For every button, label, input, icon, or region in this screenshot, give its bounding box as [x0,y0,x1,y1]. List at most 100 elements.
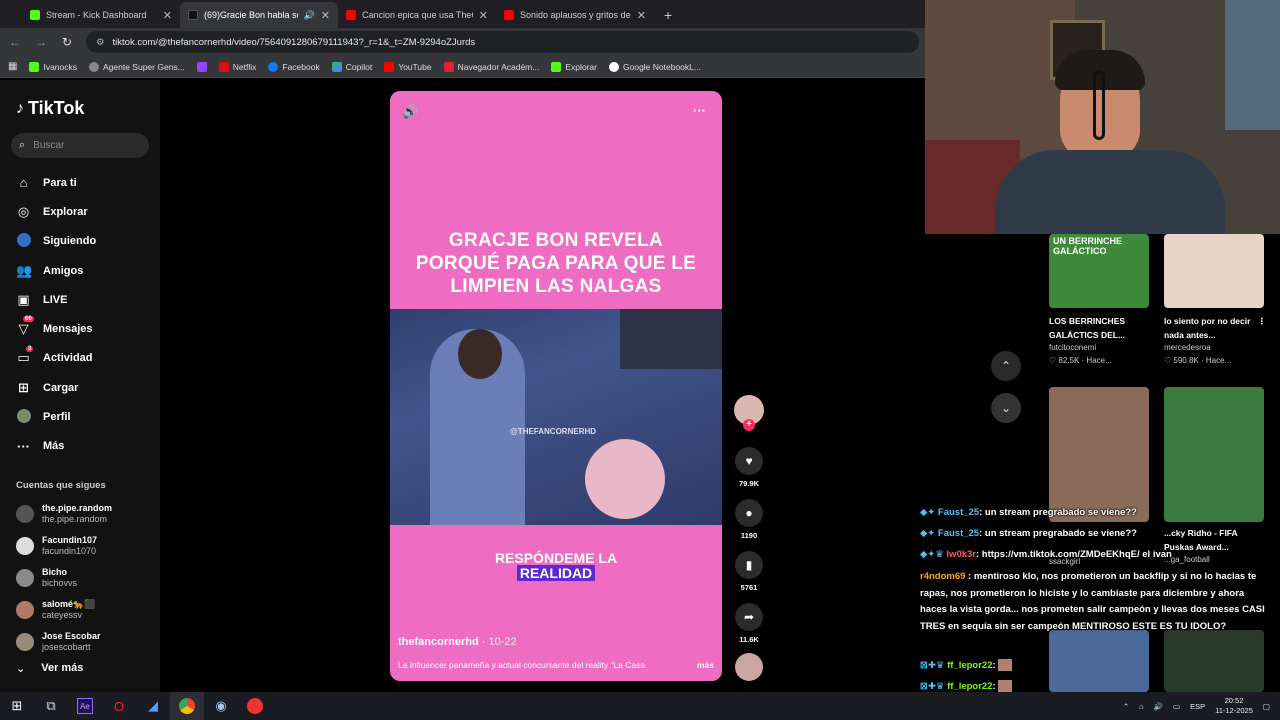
menu-label: Para ti [43,176,77,189]
menu-item-actividad[interactable]: ▭ 3 Actividad [16,344,96,373]
menu-item-mensajes[interactable]: ▽ 66 Mensajes [16,314,96,343]
description-text: La influencer panameña y actual concursa… [398,660,646,670]
battery-icon[interactable]: ▭ [1173,702,1180,711]
creator-avatar-button[interactable]: + [734,395,764,431]
browser-tab[interactable]: Sonido aplausos y gritos del pu ✕ [496,2,654,28]
bookmark-item[interactable]: Navegador Académ... [443,61,539,72]
video-date: · 10-22 [481,636,517,648]
following-account[interactable]: salomé🐆⬛ cateyessv [16,594,112,626]
browser-tab[interactable]: Cancion epica que usa TheGre ✕ [338,2,496,28]
close-tab-icon[interactable]: ✕ [321,9,330,22]
browser-tab[interactable]: Stream - Kick Dashboard ✕ [22,2,180,28]
chat-badge-icon: ◆✦ [920,528,938,539]
menu-item-cargar[interactable]: ⊞ Cargar [16,373,96,402]
see-more-button[interactable]: ⌄ Ver más [16,662,83,675]
following-header: Cuentas que sigues [16,480,106,491]
bookmark-item[interactable]: Netflix [218,61,256,72]
recommended-video-card[interactable]: UN BERRINCHE GALÁCTICO LOS BERRINCHES GA… [1049,234,1151,368]
save-button[interactable]: ▮ 5761 [734,551,764,592]
browser-tab-active[interactable]: (69)Gracie Bon habla sobre 🔊 ✕ [180,2,338,28]
speaker-icon[interactable]: 🔊 [304,10,315,21]
more-options-icon[interactable]: ··· [693,103,706,118]
reload-icon[interactable]: ↻ [60,35,74,49]
follow-plus-icon[interactable]: + [743,419,755,431]
bookmark-item[interactable]: Ivanocks [29,61,77,72]
network-icon[interactable]: ⌂ [1139,702,1144,711]
youtube-favicon-icon [346,10,356,20]
bookmark-item[interactable] [196,61,207,72]
menu-item-explorar[interactable]: ◎ Explorar [16,197,96,226]
menu-item-mas[interactable]: ··· Más [16,432,96,461]
account-name: Facundin107 [42,535,98,545]
like-button[interactable]: ♥ 79.9K [734,447,764,488]
after-effects-icon[interactable]: Ae [68,692,102,720]
url-text: tiktok.com/@thefancornerhd/video/7564091… [112,36,476,48]
share-button[interactable]: ➦ 11.6K [734,603,764,644]
sound-disc-button[interactable] [734,653,764,681]
site-info-icon[interactable]: ⚙ [96,37,105,48]
upload-icon: ⊞ [18,379,29,395]
input-language[interactable]: ESP [1190,702,1205,711]
close-tab-icon[interactable]: ✕ [479,9,488,22]
forward-icon[interactable]: → [34,35,48,49]
following-account[interactable]: Bicho bichovvs [16,562,112,594]
chat-text: : mentiroso klo, nos prometieron un back… [920,571,1265,632]
card-stats-text: 82.5K · Hace... [1058,356,1112,365]
more-link[interactable]: más [697,660,714,670]
new-tab-button[interactable]: + [654,7,682,28]
menu-item-para-ti[interactable]: ⌂ Para ti [16,168,96,197]
bookmark-item[interactable]: Google NotebookL... [609,61,701,72]
avatar [16,505,34,523]
recommended-video-card[interactable]: lo siento por no decir nada antes... ⋮ me… [1164,234,1266,368]
bookmark-item[interactable]: Explorar [551,61,597,72]
obs-icon[interactable] [238,692,272,720]
following-account[interactable]: the.pipe.random the.pipe.random [16,498,112,530]
bookmark-item[interactable]: YouTube [384,61,432,72]
menu-label: LIVE [43,293,68,306]
previous-video-button[interactable]: ⌃ [991,351,1021,381]
bookmark-item[interactable]: Copilot [331,61,372,72]
menu-item-live[interactable]: ▣ LIVE [16,285,96,314]
menu-item-perfil[interactable]: Perfil [16,402,96,431]
system-clock[interactable]: 20:52 11-12-2025 [1215,696,1253,716]
chevron-up-icon[interactable]: ⌃ [1123,702,1129,711]
main-menu: ⌂ Para ti ◎ Explorar Siguiendo 👥 Amigos ▣ LI… [16,168,96,461]
tiktok-logo[interactable]: ♪ TikTok [16,98,84,119]
menu-item-amigos[interactable]: 👥 Amigos [16,256,96,285]
notebooklm-icon [609,61,619,72]
bookmark-item[interactable]: Facebook [268,61,320,72]
more-options-icon[interactable]: ⋮ [1258,314,1267,342]
volume-icon[interactable]: 🔊 [402,104,418,120]
windows-start-icon[interactable]: ⊞ [0,692,34,720]
opera-icon[interactable]: O [102,692,136,720]
video-subtitle: RESPÓNDEME LA REALIDAD [450,551,662,581]
comment-button[interactable]: ● 1190 [734,499,764,540]
compass-icon: ◎ [17,203,30,219]
following-account[interactable]: Facundin107 facundin1070 [16,530,112,562]
card-title: lo siento por no decir nada antes... [1164,316,1251,340]
steam-icon[interactable]: ◉ [204,692,238,720]
wall-poster [1225,0,1280,130]
following-account[interactable]: Jose Escobar josescobartt [16,626,112,658]
notifications-icon[interactable]: ▢ [1263,702,1270,711]
file-explorer-icon[interactable]: ◢ [136,692,170,720]
bookmark-item[interactable]: Agente Super Gens... [89,61,185,72]
chat-badge-icon: ⊠✚♛ [920,660,948,671]
messages-badge: 66 [23,316,34,323]
chrome-icon[interactable] [170,692,204,720]
close-tab-icon[interactable]: ✕ [637,9,646,22]
search-input[interactable]: ⌕ Buscar [11,133,149,158]
back-icon[interactable]: ← [8,35,22,49]
logo-text: TikTok [28,98,85,118]
chat-user: r4ndom69 [920,571,966,582]
close-tab-icon[interactable]: ✕ [163,9,172,22]
chat-message: ◆✦ Faust_25: un stream pregrabado se vie… [920,526,1270,543]
menu-item-siguiendo[interactable]: Siguiendo [16,227,96,256]
url-input[interactable]: ⚙ tiktok.com/@thefancornerhd/video/75640… [86,31,919,53]
volume-icon[interactable]: 🔊 [1154,702,1163,711]
task-view-icon[interactable]: ⧉ [34,692,68,720]
video-author[interactable]: thefancornerhd · 10-22 [398,636,517,648]
apps-icon[interactable]: ▦ [8,61,17,72]
next-video-button[interactable]: ⌄ [991,393,1021,423]
video-player[interactable]: 🔊 ··· GRACJE BON REVELA PORQUÉ PAGA PARA… [390,91,722,681]
